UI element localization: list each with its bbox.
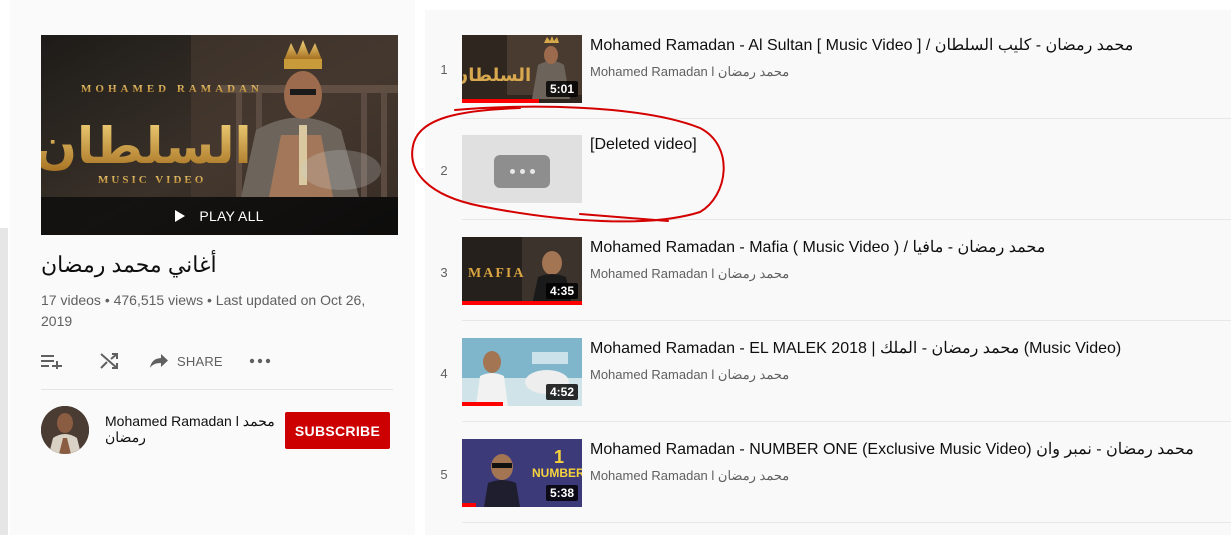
channel-name-link[interactable]: Mohamed Ramadan l محمد رمضان bbox=[105, 413, 277, 445]
video-thumbnail[interactable]: NUMBER 1 5:38 bbox=[462, 439, 582, 507]
svg-text:1: 1 bbox=[554, 447, 564, 467]
more-actions-button[interactable] bbox=[249, 358, 271, 364]
video-index: 3 bbox=[440, 265, 448, 280]
thumb-artist-text: MOHAMED RAMADAN bbox=[81, 83, 263, 95]
watch-progress-bar bbox=[462, 99, 539, 103]
svg-text:NUMBER: NUMBER bbox=[532, 466, 582, 480]
channel-avatar[interactable] bbox=[41, 406, 89, 454]
subscribe-button[interactable]: SUBSCRIBE bbox=[285, 412, 390, 449]
watch-progress-bar bbox=[462, 301, 582, 305]
playlist-title[interactable]: أغاني محمد رمضان bbox=[41, 252, 398, 278]
video-title[interactable]: [Deleted video] bbox=[590, 136, 1210, 154]
watch-progress-bar bbox=[462, 402, 503, 406]
play-all-button[interactable]: PLAY ALL bbox=[41, 197, 398, 235]
avatar-image bbox=[41, 406, 89, 454]
video-index: 5 bbox=[440, 467, 448, 482]
video-duration: 4:35 bbox=[545, 283, 578, 299]
row-divider bbox=[462, 522, 1231, 523]
share-label: SHARE bbox=[177, 353, 223, 369]
playlist-stats: 17 videos • 476,515 views • Last updated… bbox=[41, 292, 366, 329]
play-all-label: PLAY ALL bbox=[199, 208, 264, 224]
video-duration: 5:01 bbox=[545, 81, 578, 97]
list-item[interactable]: 3 MAFIA 4:35 Mohamed Ramadan - Mafia ( M… bbox=[425, 212, 1231, 312]
playlist-thumbnail[interactable]: MOHAMED RAMADAN السلطان MUSIC VIDEO PLAY… bbox=[41, 35, 398, 235]
video-thumbnail[interactable] bbox=[462, 135, 582, 203]
video-thumbnail[interactable]: MAFIA 4:35 bbox=[462, 237, 582, 305]
thumb-arabic-title: السلطان bbox=[462, 65, 531, 86]
list-item[interactable]: 1 السلطان 5:01 Mohamed Ramadan - Al Sult… bbox=[425, 10, 1231, 110]
video-channel[interactable]: Mohamed Ramadan l محمد رمضان bbox=[590, 266, 789, 282]
video-duration: 5:38 bbox=[545, 485, 578, 501]
video-channel[interactable]: Mohamed Ramadan l محمد رمضان bbox=[590, 64, 789, 80]
video-channel[interactable]: Mohamed Ramadan l محمد رمضان bbox=[590, 468, 789, 484]
play-icon bbox=[175, 210, 186, 222]
add-to-queue-button[interactable] bbox=[41, 353, 63, 369]
shuffle-button[interactable] bbox=[99, 352, 119, 370]
video-duration: 4:52 bbox=[545, 384, 578, 400]
video-title[interactable]: Mohamed Ramadan - Mafia ( Music Video ) … bbox=[590, 237, 1210, 257]
video-title[interactable]: Mohamed Ramadan - EL MALEK 2018 | محمد ر… bbox=[590, 338, 1210, 358]
deleted-video-icon bbox=[494, 155, 550, 188]
share-icon bbox=[150, 354, 168, 368]
list-item[interactable]: 4 4:52 Mohamed Ramadan - EL MALEK 2018 |… bbox=[425, 313, 1231, 413]
video-thumbnail[interactable]: 4:52 bbox=[462, 338, 582, 406]
playlist-actions: SHARE bbox=[41, 349, 271, 373]
video-index: 2 bbox=[440, 163, 448, 178]
page: MOHAMED RAMADAN السلطان MUSIC VIDEO PLAY… bbox=[0, 0, 1231, 535]
more-icon bbox=[249, 358, 270, 364]
share-button[interactable]: SHARE bbox=[149, 353, 223, 369]
playlist-video-list: 1 السلطان 5:01 Mohamed Ramadan - Al Sult… bbox=[425, 10, 1231, 535]
shuffle-icon bbox=[100, 353, 118, 369]
sidebar-divider bbox=[41, 389, 393, 390]
list-item[interactable]: 2 [Deleted video] bbox=[425, 111, 1231, 211]
thumb-arabic-title: السلطان bbox=[41, 117, 252, 175]
list-item[interactable]: 5 NUMBER 1 5:38 Mohamed Ramadan - NUMBER… bbox=[425, 414, 1231, 514]
thumb-subtitle: MUSIC VIDEO bbox=[98, 174, 206, 186]
video-title[interactable]: Mohamed Ramadan - Al Sultan [ Music Vide… bbox=[590, 35, 1210, 55]
watch-progress-bar bbox=[462, 503, 477, 507]
video-thumbnail[interactable]: السلطان 5:01 bbox=[462, 35, 582, 103]
left-edge-line bbox=[0, 228, 8, 535]
playlist-sidebar: MOHAMED RAMADAN السلطان MUSIC VIDEO PLAY… bbox=[10, 0, 415, 535]
video-channel[interactable]: Mohamed Ramadan l محمد رمضان bbox=[590, 367, 789, 383]
add-to-queue-icon bbox=[41, 355, 62, 369]
svg-text:MAFIA: MAFIA bbox=[468, 266, 525, 281]
video-index: 4 bbox=[440, 366, 448, 381]
video-title[interactable]: Mohamed Ramadan - NUMBER ONE (Exclusive … bbox=[590, 439, 1210, 459]
video-index: 1 bbox=[440, 62, 448, 77]
